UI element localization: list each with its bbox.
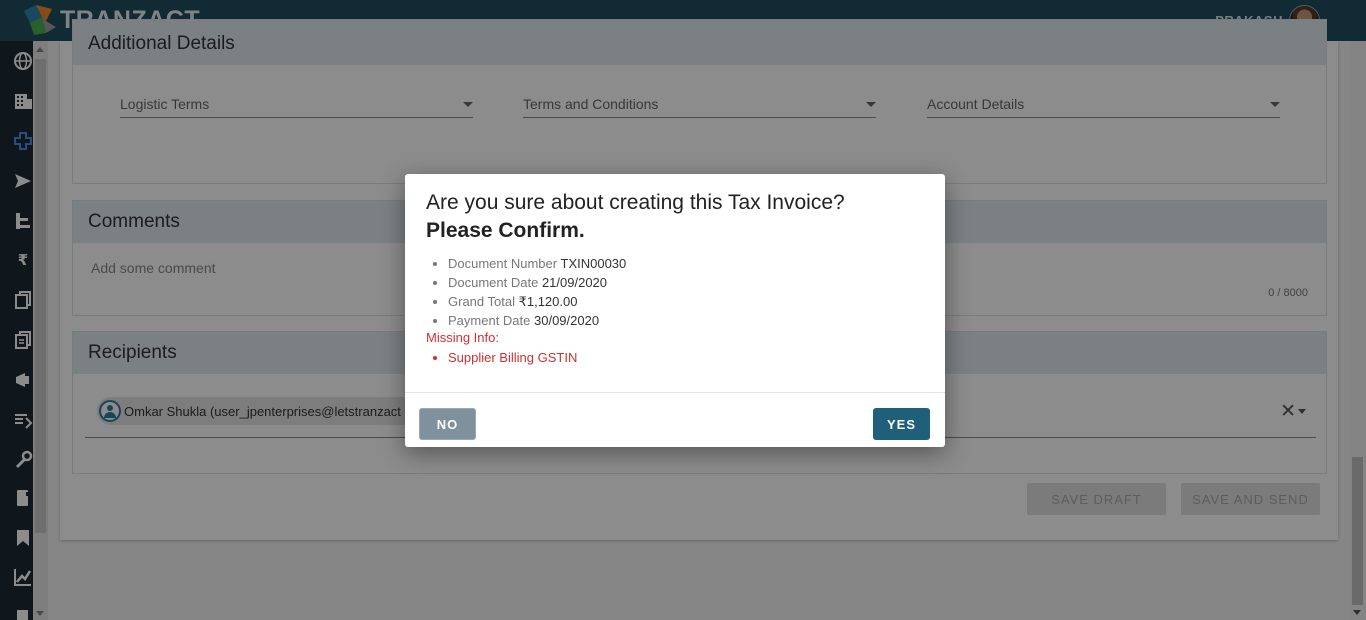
missing-info-list: Supplier Billing GSTIN <box>448 348 577 367</box>
missing-info-label: Missing Info: <box>426 330 499 345</box>
item-label: Document Date <box>448 275 539 290</box>
document-summary-list: Document Number TXIN00030 Document Date … <box>448 254 626 330</box>
list-item: Supplier Billing GSTIN <box>448 348 577 367</box>
item-label: Grand Total <box>448 294 515 309</box>
yes-button[interactable]: YES <box>873 408 930 440</box>
item-label: Document Number <box>448 256 558 271</box>
list-item: Document Date 21/09/2020 <box>448 273 626 292</box>
item-value: 30/09/2020 <box>534 313 600 328</box>
confirm-dialog: Are you sure about creating this Tax Inv… <box>405 174 945 447</box>
dialog-divider <box>405 392 945 393</box>
list-item: Document Number TXIN00030 <box>448 254 626 273</box>
list-item: Payment Date 30/09/2020 <box>448 311 626 330</box>
item-value: TXIN00030 <box>560 256 627 271</box>
dialog-question: Are you sure about creating this Tax Inv… <box>426 191 845 214</box>
item-value: 21/09/2020 <box>541 275 608 290</box>
item-label: Payment Date <box>448 313 531 328</box>
no-button[interactable]: NO <box>419 408 476 440</box>
dialog-title: Are you sure about creating this Tax Inv… <box>426 189 926 245</box>
list-item: Grand Total ₹1,120.00 <box>448 292 626 311</box>
item-value: ₹1,120.00 <box>518 294 578 309</box>
dialog-confirm-text: Please Confirm. <box>426 219 585 242</box>
